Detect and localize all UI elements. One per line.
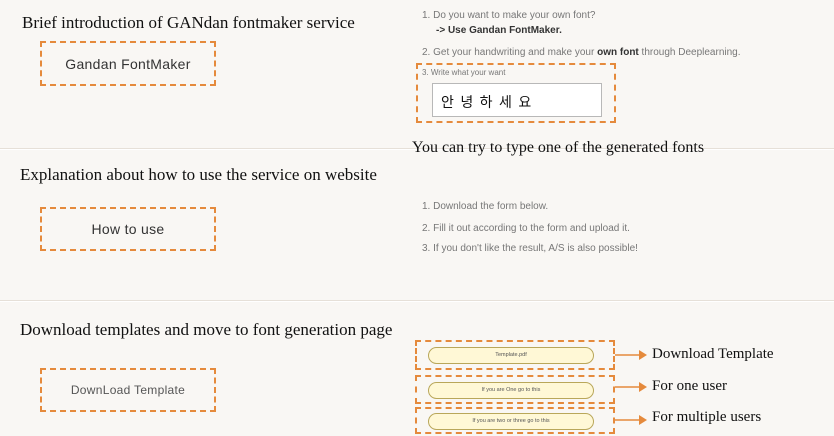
gandan-fontmaker-nav-box[interactable]: Gandan FontMaker xyxy=(40,41,216,86)
preview-input-value: 안 녕 하 세 요 xyxy=(441,95,533,111)
template-pdf-button[interactable]: Template.pdf xyxy=(428,347,594,364)
step-text: 3. Write what your want xyxy=(422,68,506,77)
step-text: 1. Do you want to make your own font? xyxy=(422,10,596,21)
nav-label: How to use xyxy=(91,221,165,237)
arrow-right-icon xyxy=(615,415,647,425)
multi-user-button[interactable]: If you are two or three go to this xyxy=(428,413,594,430)
step-text: 3. If you don't like the result, A/S is … xyxy=(422,243,638,254)
nav-label: DownLoad Template xyxy=(70,383,186,397)
annotation-label: For one user xyxy=(652,378,727,394)
one-user-button[interactable]: If you are One go to this xyxy=(428,382,594,399)
arrow-right-icon xyxy=(615,382,647,392)
download-template-nav-box[interactable]: DownLoad Template xyxy=(40,368,216,412)
step-text: 2. Get your handwriting and make your xyxy=(422,47,595,58)
step-emphasis: own font xyxy=(597,47,639,58)
divider xyxy=(0,300,834,301)
annotation-label: Download Template xyxy=(652,346,774,362)
nav-label: Gandan FontMaker xyxy=(65,55,191,72)
step-subtext: -> Use Gandan FontMaker. xyxy=(436,25,562,36)
section-caption: Download templates and move to font gene… xyxy=(20,320,393,339)
section-caption: Brief introduction of GANdan fontmaker s… xyxy=(22,13,355,32)
font-preview-input[interactable]: 안 녕 하 세 요 xyxy=(432,83,602,117)
annotation-label: For multiple users xyxy=(652,409,762,425)
step-text: 2. Fill it out according to the form and… xyxy=(422,223,630,234)
step-text: through Deeplearning. xyxy=(641,47,741,58)
how-to-use-nav-box[interactable]: How to use xyxy=(40,207,216,251)
step-text: 1. Download the form below. xyxy=(422,201,549,212)
section-caption: Explanation about how to use the service… xyxy=(20,165,377,184)
annotation-note: You can try to type one of the generated… xyxy=(412,139,705,156)
arrow-right-icon xyxy=(615,350,647,360)
